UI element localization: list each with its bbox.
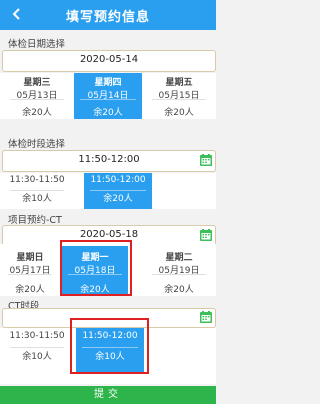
- day-remain: 余20人: [164, 285, 194, 295]
- day-card[interactable]: 星期三 05月13日 余20人: [4, 73, 70, 119]
- day-remain: 余20人: [22, 108, 52, 118]
- day-weekday: 星期五: [165, 78, 193, 88]
- calendar-icon[interactable]: [199, 310, 213, 324]
- day-card[interactable]: 星期五 05月15日 余20人: [146, 73, 212, 119]
- date-picker[interactable]: 2020-05-14: [2, 50, 216, 72]
- time-slot-selected[interactable]: 11:50-12:00 余20人: [84, 173, 152, 209]
- time-cards: 11:30-11:50 余10人 11:50-12:00 余20人: [0, 173, 216, 209]
- calendar-icon[interactable]: [199, 153, 213, 167]
- top-bar: 填写预约信息: [0, 0, 216, 30]
- slot-time: 11:30-11:50: [9, 175, 65, 185]
- time-section-label: 体检时段选择: [8, 139, 66, 150]
- slot-remain: 余10人: [22, 352, 52, 362]
- project-picker-value: 2020-05-18: [79, 229, 139, 240]
- highlight-box: [70, 318, 149, 374]
- page-title: 填写预约信息: [65, 10, 150, 25]
- calendar-icon[interactable]: [199, 228, 213, 242]
- project-section-label: 项目预约-CT: [8, 215, 62, 226]
- time-picker-value: 11:50-12:00: [78, 154, 140, 165]
- day-remain: 余20人: [93, 108, 123, 118]
- day-remain: 余20人: [15, 285, 45, 295]
- time-slot[interactable]: 11:30-11:50 余10人: [4, 173, 70, 209]
- day-card-selected[interactable]: 星期四 05月14日 余20人: [74, 73, 142, 119]
- date-cards: 星期三 05月13日 余20人 星期四 05月14日 余20人 星期五 05月1…: [0, 73, 216, 119]
- slot-remain: 余20人: [103, 194, 133, 204]
- slot-time: 11:30-11:50: [9, 331, 65, 341]
- time-slot[interactable]: 11:30-11:50 余10人: [4, 328, 70, 368]
- date-picker-value: 2020-05-14: [79, 54, 139, 65]
- day-weekday: 星期三: [23, 78, 51, 88]
- highlight-box: [60, 240, 132, 296]
- time-picker[interactable]: 11:50-12:00: [2, 150, 216, 172]
- day-weekday: 星期四: [94, 78, 122, 88]
- day-card[interactable]: 星期二 05月19日 余20人: [146, 248, 212, 295]
- day-weekday: 星期二: [165, 253, 193, 263]
- slot-time: 11:50-12:00: [90, 175, 146, 185]
- slot-remain: 余10人: [22, 194, 52, 204]
- day-remain: 余20人: [164, 108, 194, 118]
- date-section-label: 体检日期选择: [8, 39, 66, 50]
- submit-button[interactable]: 提交: [0, 386, 216, 404]
- day-weekday: 星期日: [16, 253, 44, 263]
- day-card[interactable]: 星期日 05月17日 余20人: [2, 248, 58, 295]
